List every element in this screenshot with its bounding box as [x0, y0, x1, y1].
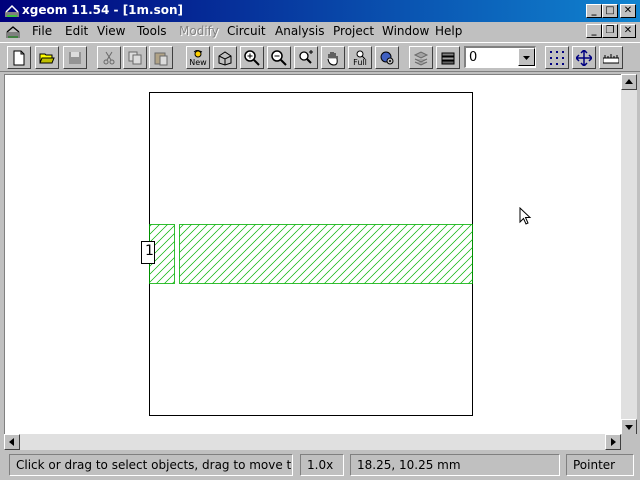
- open-folder-icon[interactable]: [35, 46, 59, 69]
- new-button-label: New: [189, 58, 207, 67]
- level-value: 0: [469, 50, 478, 65]
- zoom-in-icon[interactable]: [240, 46, 264, 69]
- scroll-right-icon[interactable]: [605, 434, 621, 450]
- scroll-left-icon[interactable]: [4, 434, 20, 450]
- scroll-up-icon[interactable]: [621, 74, 637, 90]
- paste-icon[interactable]: [149, 46, 173, 69]
- mdi-minimize-icon[interactable]: _: [586, 24, 602, 38]
- menu-analysis[interactable]: Analysis: [275, 24, 324, 38]
- copy-icon[interactable]: [123, 46, 147, 69]
- status-coordinates: 18.25, 10.25 mm: [350, 454, 560, 476]
- app-icon: [5, 4, 19, 17]
- document-icon[interactable]: [5, 25, 21, 39]
- save-icon[interactable]: [63, 46, 87, 69]
- new-file-icon[interactable]: [7, 46, 31, 69]
- title-bar[interactable]: xgeom 11.54 - [1m.son] _ □ ✕: [0, 0, 640, 22]
- menu-bar: File Edit View Tools Modify Circuit Anal…: [0, 22, 640, 41]
- minimize-icon[interactable]: _: [586, 4, 602, 18]
- close-icon[interactable]: ✕: [620, 4, 636, 18]
- menu-project[interactable]: Project: [333, 24, 374, 38]
- stack-icon[interactable]: [436, 46, 460, 69]
- circuit-drawing[interactable]: [5, 75, 622, 435]
- analyze-icon[interactable]: [375, 46, 399, 69]
- grid-icon[interactable]: [545, 46, 569, 69]
- window-title: xgeom 11.54 - [1m.son]: [22, 3, 183, 17]
- chevron-down-icon[interactable]: [518, 48, 535, 66]
- 3d-view-icon[interactable]: [213, 46, 237, 69]
- maximize-icon[interactable]: □: [602, 4, 618, 18]
- metal-polygon-line: [179, 224, 473, 284]
- full-button-label: Full: [353, 58, 367, 67]
- menu-view[interactable]: View: [97, 24, 125, 38]
- cut-icon[interactable]: [97, 46, 121, 69]
- new-project-icon[interactable]: New: [186, 46, 210, 69]
- status-zoom: 1.0x: [300, 454, 344, 476]
- mdi-restore-icon[interactable]: ❐: [602, 24, 618, 38]
- move-icon[interactable]: [572, 46, 596, 69]
- menu-help[interactable]: Help: [435, 24, 462, 38]
- pan-hand-icon[interactable]: [321, 46, 345, 69]
- drawing-canvas[interactable]: 1: [4, 74, 622, 435]
- menu-circuit[interactable]: Circuit: [227, 24, 266, 38]
- menu-modify[interactable]: Modify: [179, 24, 219, 38]
- ruler-icon[interactable]: [599, 46, 623, 69]
- menu-window[interactable]: Window: [382, 24, 429, 38]
- toolbar: New Full: [0, 42, 640, 72]
- zoom-full-icon[interactable]: Full: [348, 46, 372, 69]
- port-label: 1: [145, 243, 154, 259]
- horizontal-scrollbar[interactable]: [4, 434, 621, 450]
- zoom-box-icon[interactable]: [294, 46, 318, 69]
- layers-icon[interactable]: [409, 46, 433, 69]
- menu-file[interactable]: File: [32, 24, 52, 38]
- scroll-corner: [621, 434, 637, 450]
- vertical-scrollbar[interactable]: [621, 74, 637, 435]
- level-select[interactable]: 0: [464, 46, 536, 68]
- zoom-out-icon[interactable]: [267, 46, 291, 69]
- cursor-icon: [519, 207, 532, 225]
- mdi-close-icon[interactable]: ✕: [620, 24, 636, 38]
- status-message: Click or drag to select objects, drag to…: [9, 454, 293, 476]
- menu-tools[interactable]: Tools: [137, 24, 167, 38]
- status-bar: Click or drag to select objects, drag to…: [0, 451, 640, 480]
- status-mode: Pointer: [566, 454, 634, 476]
- scroll-down-icon[interactable]: [621, 419, 637, 435]
- menu-edit[interactable]: Edit: [65, 24, 88, 38]
